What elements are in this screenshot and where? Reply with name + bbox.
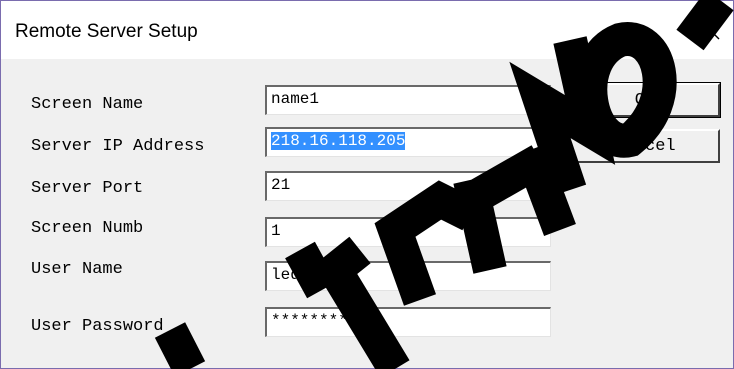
server-port-field[interactable]: 21 [265,171,551,201]
screen-numb-field[interactable]: 1 [265,217,551,247]
screen-numb-label: Screen Numb [31,219,144,238]
close-button[interactable] [689,9,733,53]
close-icon [702,22,720,40]
user-password-field[interactable]: ******** [265,307,551,337]
server-port-label: Server Port [31,179,144,198]
dialog-body: Screen Name Server IP Address Server Por… [9,59,727,359]
cancel-button[interactable]: Cancel [570,129,720,163]
title-bar: Remote Server Setup [1,1,733,59]
user-name-value: ledtest [271,266,339,284]
ok-button[interactable]: Ok [569,82,721,118]
server-ip-label: Server IP Address [31,137,205,156]
server-port-value: 21 [271,176,291,194]
screen-name-label: Screen Name [31,95,144,114]
screen-name-value: name1 [271,90,320,108]
user-name-label: User Name [31,260,123,279]
user-name-field[interactable]: ledtest [265,261,551,291]
screen-numb-value: 1 [271,222,281,240]
server-ip-value: 218.16.118.205 [271,132,406,150]
user-password-value: ******** [271,312,348,330]
server-ip-field[interactable]: 218.16.118.205 [265,127,551,157]
dialog-title: Remote Server Setup [15,21,198,42]
remote-server-setup-dialog: Remote Server Setup Screen Name Server I… [0,0,734,369]
user-password-label: User Password [31,317,164,336]
screen-name-field[interactable]: name1 [265,85,551,115]
